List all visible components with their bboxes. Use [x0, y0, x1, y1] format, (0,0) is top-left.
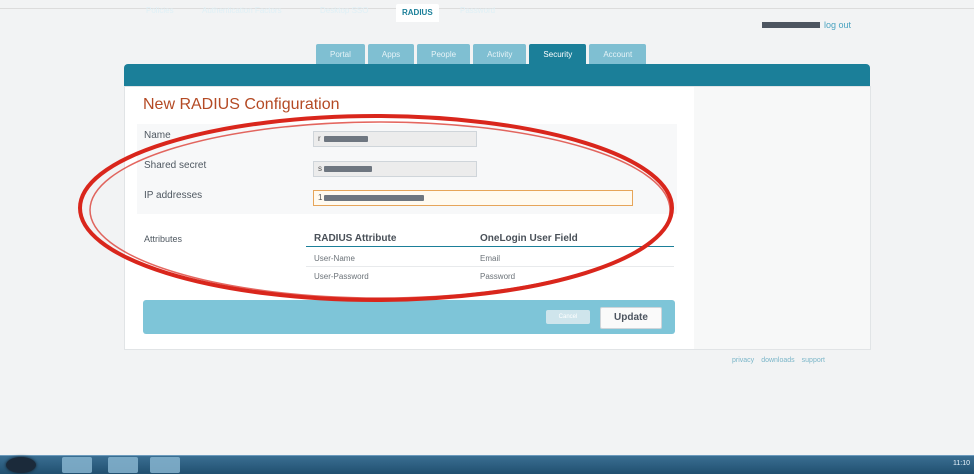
ip-addresses-value: 1	[318, 193, 323, 202]
attributes-label: Attributes	[144, 234, 183, 244]
redacted-username	[762, 22, 820, 28]
onelogin-field-header: OneLogin User Field	[480, 233, 578, 244]
subtab-password[interactable]: Password	[460, 6, 495, 15]
subtab-policies[interactable]: Policies	[146, 6, 174, 15]
table-cell: User-Password	[314, 272, 369, 281]
tab-portal[interactable]: Portal	[316, 44, 365, 64]
table-cell: Password	[480, 272, 516, 281]
shared-secret-field[interactable]: s	[313, 161, 477, 177]
taskbar-app-icon[interactable]	[150, 457, 180, 473]
support-link[interactable]: support	[802, 357, 825, 364]
taskbar-app-icon[interactable]	[62, 457, 92, 473]
ip-addresses-field[interactable]: 1	[313, 190, 633, 206]
windows-start-icon[interactable]	[6, 457, 36, 473]
name-field[interactable]: r	[313, 131, 477, 147]
security-subnav	[124, 64, 870, 86]
footer-links: privacy downloads support	[732, 357, 825, 364]
tab-activity[interactable]: Activity	[473, 44, 527, 64]
subtab-desktop-sso[interactable]: Desktop SSO	[320, 6, 368, 15]
action-bar	[143, 300, 675, 334]
table-header-divider	[306, 246, 674, 247]
name-value: r	[318, 134, 321, 143]
subtab-authentication-factors[interactable]: Authentication Factors	[202, 6, 282, 15]
table-row-divider	[306, 266, 674, 267]
name-label: Name	[144, 130, 171, 141]
tab-security[interactable]: Security	[529, 44, 587, 64]
table-cell: Email	[480, 254, 501, 263]
redaction-mask	[324, 136, 368, 142]
redaction-mask	[324, 195, 424, 201]
tab-people[interactable]: People	[417, 44, 471, 64]
user-area: log out	[762, 20, 851, 30]
taskbar-clock: 11:10	[953, 460, 970, 467]
privacy-link[interactable]: privacy	[732, 357, 754, 364]
shared-secret-label: Shared secret	[144, 160, 207, 171]
ip-addresses-label: IP addresses	[144, 190, 203, 201]
radius-attribute-header: RADIUS Attribute	[314, 233, 397, 244]
update-button[interactable]: Update	[600, 307, 662, 329]
tab-apps[interactable]: Apps	[367, 44, 415, 64]
shared-secret-value: s	[318, 164, 322, 173]
taskbar-app-icon[interactable]	[108, 457, 138, 473]
taskbar: 11:10	[0, 455, 974, 474]
main-tabs: Portal Apps People Activity Security Acc…	[316, 44, 647, 64]
table-cell: User-Name	[314, 254, 355, 263]
tab-account[interactable]: Account	[589, 44, 647, 64]
logout-link[interactable]: log out	[824, 20, 851, 30]
redaction-mask	[324, 166, 372, 172]
side-panel	[694, 86, 871, 350]
subtab-radius[interactable]: RADIUS	[396, 4, 439, 22]
downloads-link[interactable]: downloads	[761, 357, 794, 364]
page-title: New RADIUS Configuration	[143, 96, 340, 113]
cancel-button[interactable]: Cancel	[546, 310, 590, 324]
